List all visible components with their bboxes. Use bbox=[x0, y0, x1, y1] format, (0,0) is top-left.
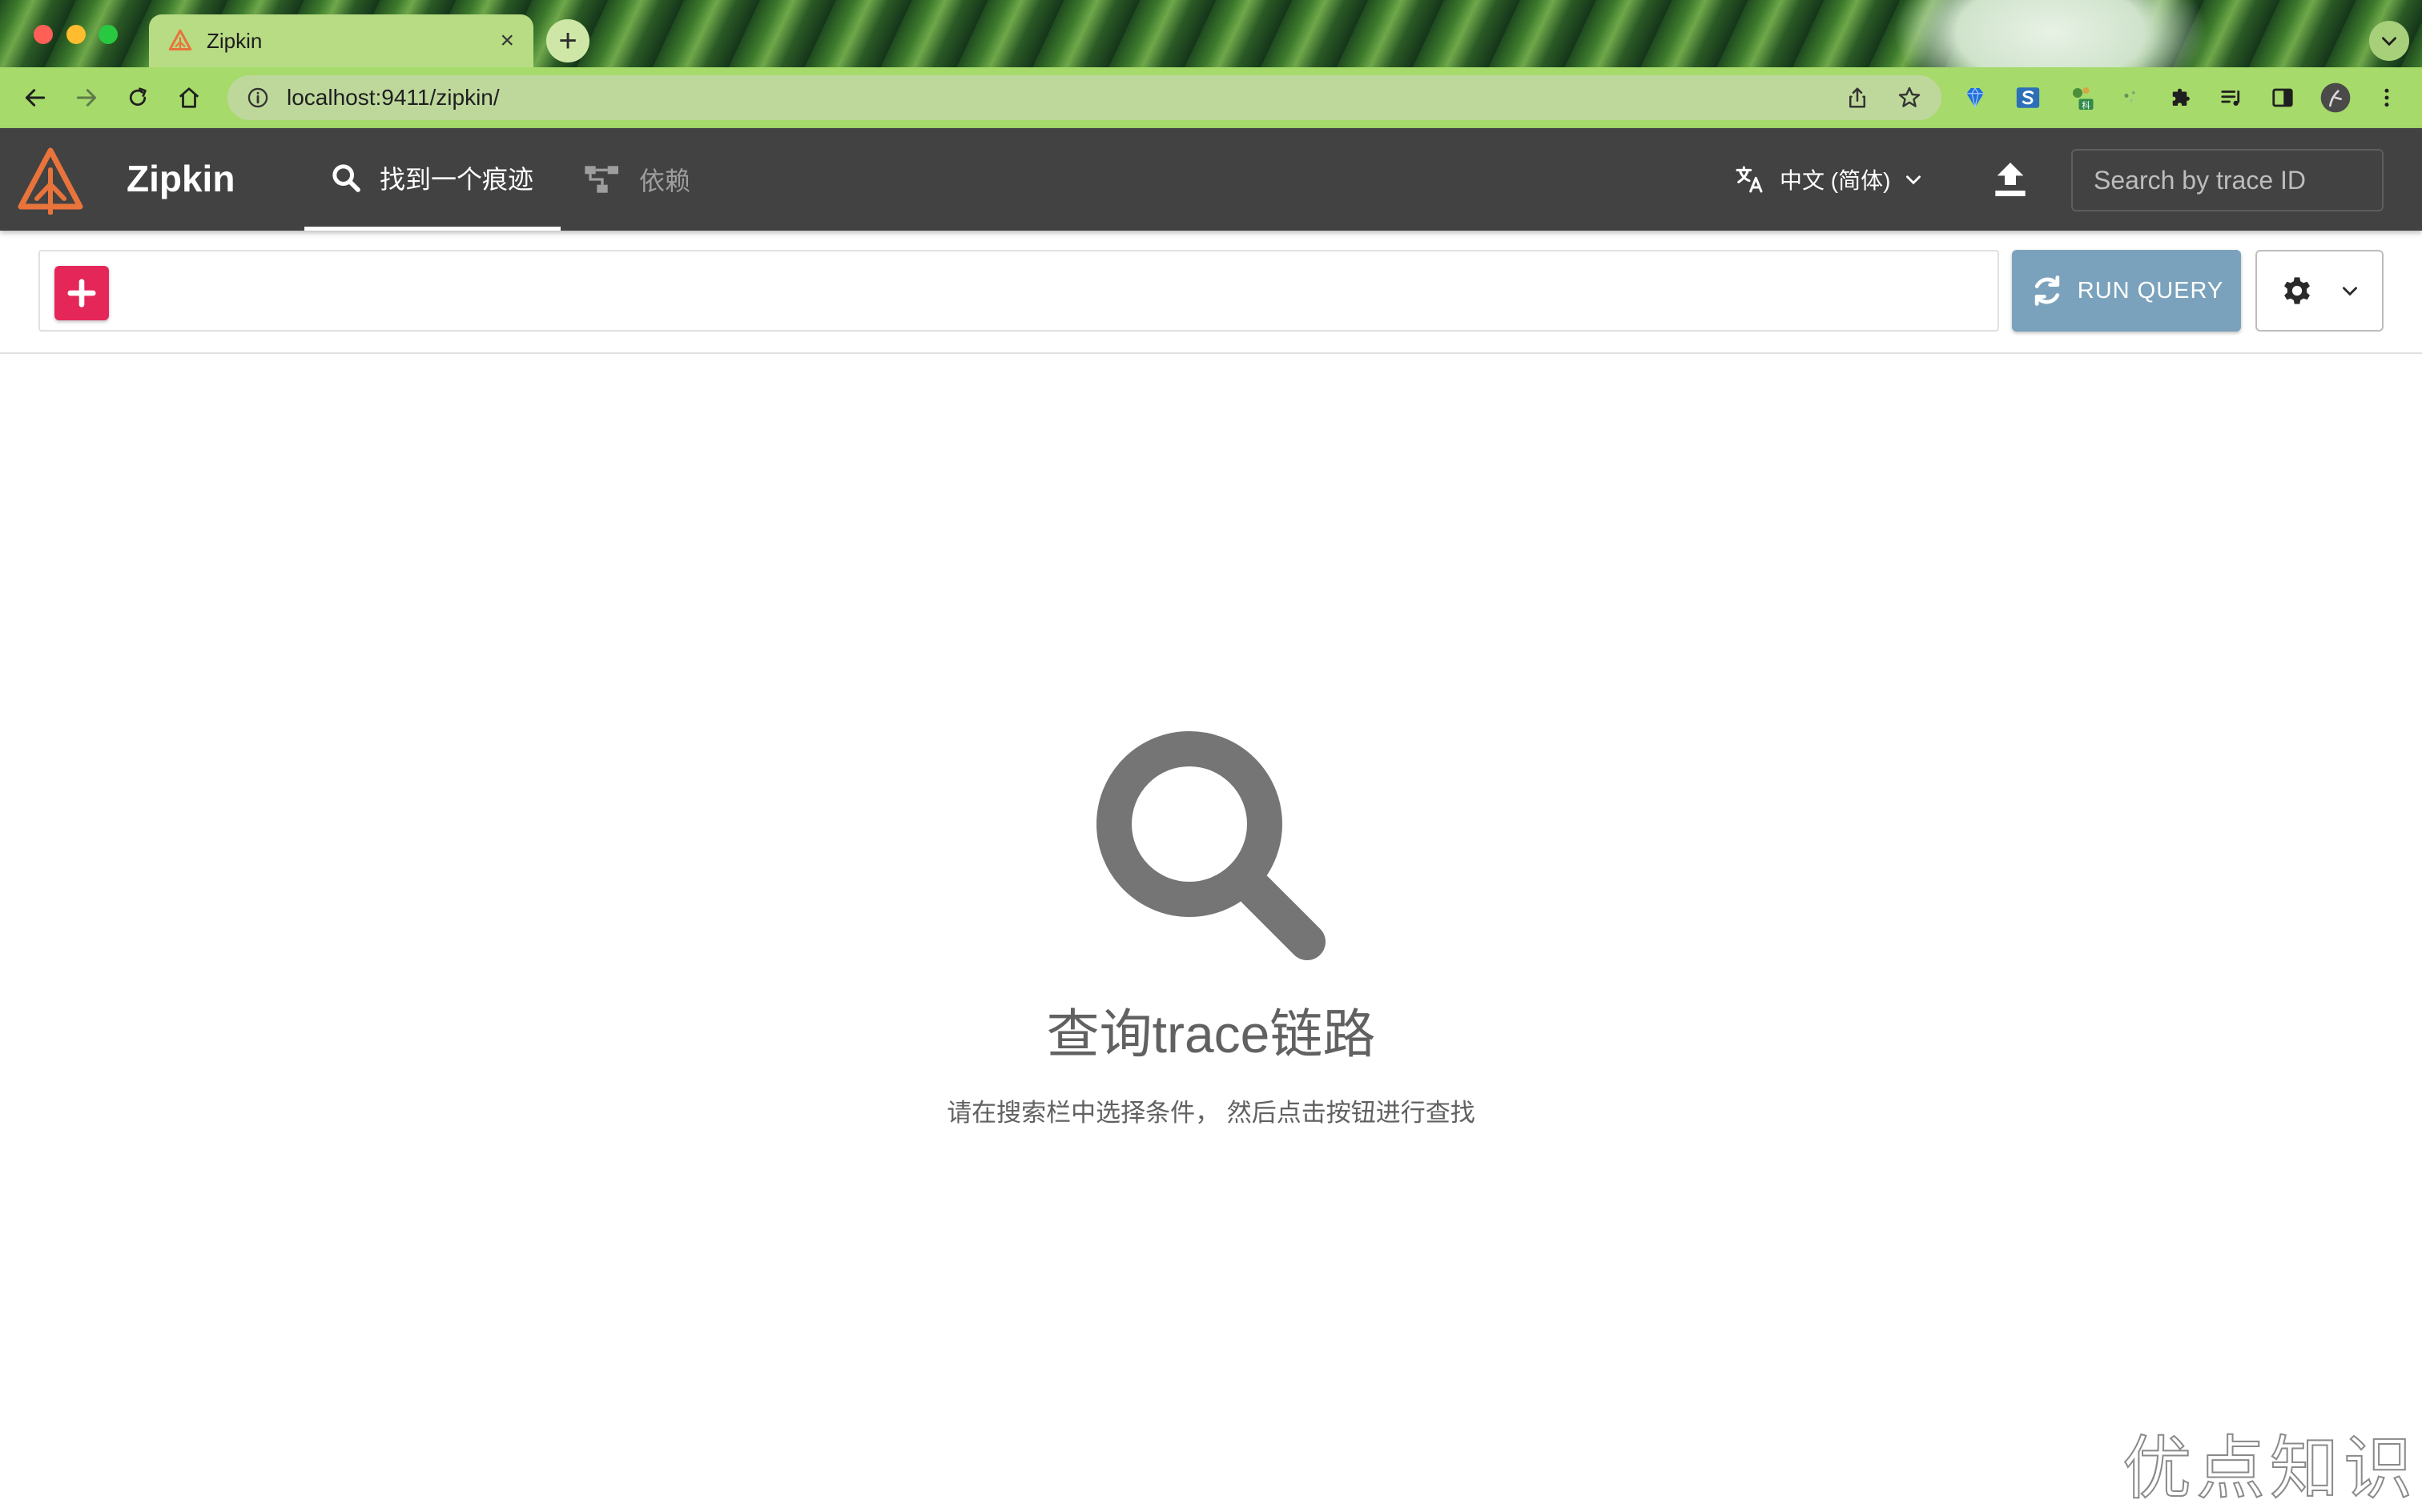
proxy-extension-icon: 科 bbox=[2073, 87, 2094, 111]
url-text: localhost:9411/zipkin/ bbox=[287, 85, 500, 110]
divider bbox=[0, 352, 2422, 354]
empty-state-title: 查询trace链路 bbox=[1046, 1004, 1376, 1064]
chevron-down-icon bbox=[1906, 175, 1921, 185]
sparkle-extension-icon bbox=[2124, 90, 2135, 103]
forward-button[interactable] bbox=[67, 78, 106, 117]
extension-vpn-button[interactable] bbox=[1956, 78, 1994, 117]
browser-tabstrip: Zipkin × + bbox=[0, 0, 2422, 67]
reload-button[interactable] bbox=[119, 78, 157, 117]
side-panel-button[interactable] bbox=[2263, 78, 2302, 117]
browser-tab-zipkin[interactable]: Zipkin × bbox=[149, 14, 533, 67]
close-window-button[interactable] bbox=[34, 25, 53, 44]
tab-search-button[interactable] bbox=[2369, 21, 2409, 61]
tab-find-trace-label: 找到一个痕迹 bbox=[380, 164, 534, 194]
browser-menu-button[interactable] bbox=[2368, 78, 2406, 117]
site-info-icon[interactable] bbox=[247, 86, 269, 109]
tab-title: Zipkin bbox=[207, 28, 263, 53]
address-bar[interactable]: localhost:9411/zipkin/ bbox=[227, 75, 1941, 120]
extension-dots-button[interactable] bbox=[2111, 78, 2150, 117]
chevron-down-icon bbox=[2382, 37, 2396, 46]
translate-icon bbox=[1736, 166, 1763, 193]
query-settings-button[interactable] bbox=[2255, 250, 2384, 332]
app-header: Zipkin 找到一个痕迹 依赖 中文 (简体) bbox=[0, 128, 2422, 231]
minimize-window-button[interactable] bbox=[66, 25, 86, 44]
watermark-text: 优点知识 bbox=[2122, 1430, 2417, 1508]
profile-button[interactable] bbox=[2316, 78, 2355, 117]
tab-find-trace[interactable]: 找到一个痕迹 bbox=[304, 128, 561, 231]
home-icon bbox=[179, 87, 199, 108]
zipkin-logo-icon[interactable] bbox=[16, 146, 85, 215]
run-query-button[interactable]: RUN QUERY bbox=[2012, 250, 2241, 332]
search-icon bbox=[332, 163, 360, 192]
tab-dependencies[interactable]: 依赖 bbox=[583, 128, 690, 231]
upload-icon[interactable] bbox=[1988, 157, 2033, 202]
arrow-right-icon bbox=[76, 89, 97, 107]
language-label: 中文 (简体) bbox=[1780, 168, 1891, 193]
query-criteria-bar[interactable] bbox=[38, 250, 1999, 332]
chevron-down-icon bbox=[2343, 287, 2357, 296]
new-tab-button[interactable]: + bbox=[546, 19, 589, 62]
arrow-left-icon bbox=[25, 89, 46, 107]
side-panel-icon bbox=[2272, 88, 2293, 107]
puzzle-icon bbox=[2172, 88, 2190, 106]
playlist-icon bbox=[2221, 90, 2240, 106]
brand-title[interactable]: Zipkin bbox=[127, 157, 235, 200]
back-button[interactable] bbox=[16, 78, 54, 117]
extension-s-button[interactable] bbox=[2009, 78, 2047, 117]
reading-list-button[interactable] bbox=[2212, 78, 2251, 117]
hierarchy-icon bbox=[585, 166, 618, 193]
empty-state-subtitle: 请在搜索栏中选择条件， 然后点击按钮进行查找 bbox=[947, 1099, 1475, 1127]
extension-proxy-button[interactable]: 科 bbox=[2063, 78, 2102, 117]
tab-dependencies-label: 依赖 bbox=[639, 167, 691, 195]
share-icon[interactable] bbox=[1845, 86, 1869, 110]
avatar bbox=[2320, 82, 2351, 113]
diamond-extension-icon bbox=[1966, 86, 1984, 108]
browser-toolbar: localhost:9411/zipkin/ 科 bbox=[0, 67, 2422, 128]
refresh-icon bbox=[2034, 275, 2059, 306]
s-extension-icon bbox=[2016, 87, 2040, 108]
maximize-window-button[interactable] bbox=[99, 25, 118, 44]
plus-icon bbox=[67, 279, 96, 308]
profile-badge-text: 科 bbox=[2082, 100, 2090, 111]
zipkin-favicon-icon bbox=[168, 29, 192, 50]
extensions-button[interactable] bbox=[2162, 78, 2201, 117]
gear-icon bbox=[2284, 277, 2310, 304]
language-selector[interactable]: 中文 (简体) bbox=[1733, 128, 1924, 231]
kebab-menu-icon bbox=[2384, 88, 2389, 107]
trace-id-search-input[interactable] bbox=[2071, 149, 2384, 211]
reload-icon bbox=[129, 87, 147, 107]
run-query-label: RUN QUERY bbox=[2077, 277, 2224, 304]
home-button[interactable] bbox=[170, 78, 208, 117]
tab-close-icon[interactable]: × bbox=[500, 29, 514, 53]
bookmark-star-icon[interactable] bbox=[1897, 85, 1922, 111]
magnifier-icon bbox=[1096, 731, 1326, 960]
add-criteria-button[interactable] bbox=[54, 266, 109, 320]
